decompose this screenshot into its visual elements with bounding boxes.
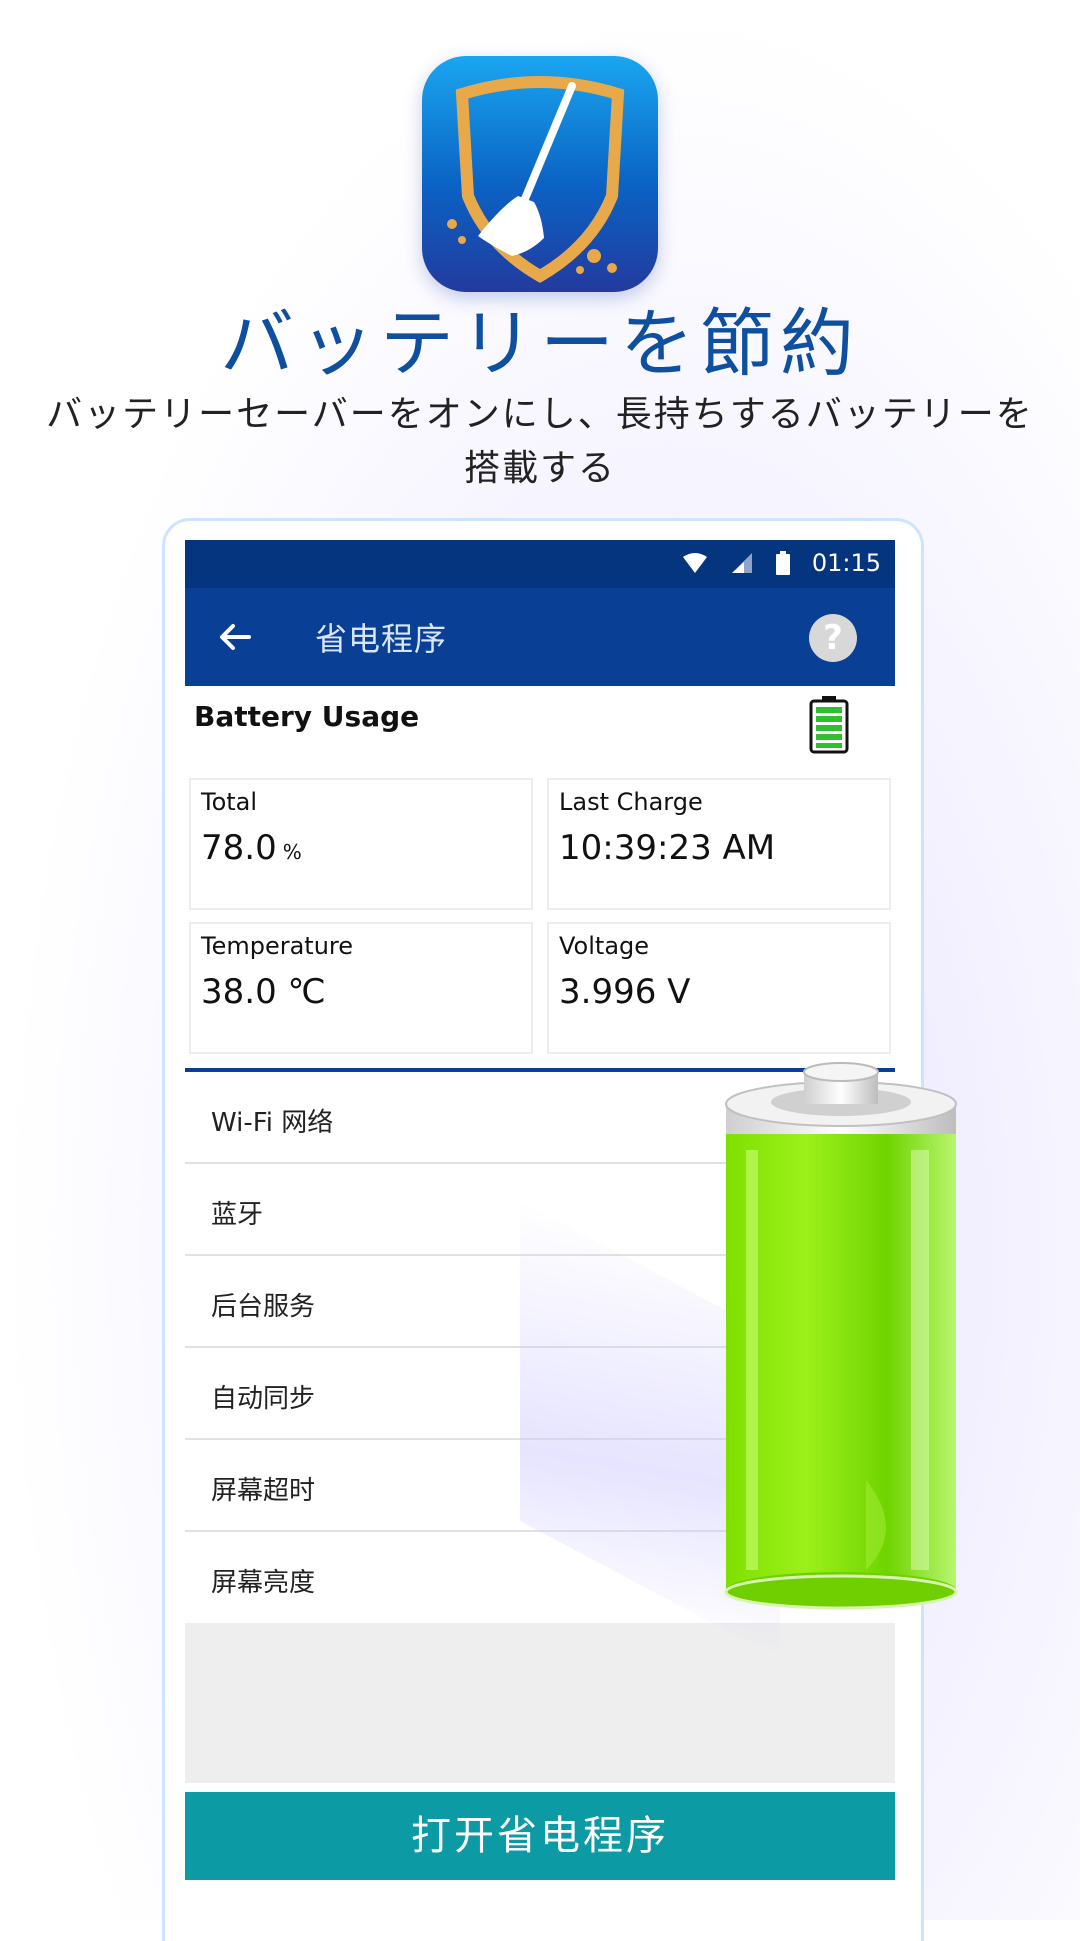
open-power-saver-button[interactable]: 打开省电程序 <box>185 1792 895 1880</box>
signal-icon <box>731 553 752 573</box>
promo-subtitle: バッテリーセーバーをオンにし、長持ちするバッテリーを搭載する <box>46 394 1034 489</box>
list-item-label: Wi-Fi 网络 <box>211 1108 334 1138</box>
battery-cylinder-illustration <box>724 1062 958 1610</box>
help-icon[interactable]: ? <box>809 614 857 662</box>
promo-headline: バッテリーを節約 <box>220 301 860 387</box>
empty-area <box>185 1623 895 1783</box>
stat-card-total: Total 78.0% <box>189 778 533 910</box>
card-label: Total <box>201 788 258 816</box>
card-label: Temperature <box>201 932 354 960</box>
app-toolbar: 省电程序 ? <box>185 588 895 686</box>
card-unit: % <box>282 840 302 864</box>
app-icon <box>422 56 658 292</box>
toolbar-title: 省电程序 <box>315 620 448 658</box>
status-time: 01:15 <box>811 549 881 577</box>
list-item-label: 蓝牙 <box>211 1200 264 1230</box>
list-item-label: 自动同步 <box>211 1384 316 1414</box>
stat-card-temperature: Temperature 38.0 ℃ <box>189 922 533 1054</box>
back-arrow-icon[interactable] <box>215 617 255 657</box>
battery-level-icon <box>809 696 849 754</box>
card-label: Voltage <box>559 932 650 960</box>
status-bar: 01:15 <box>185 540 895 588</box>
card-label: Last Charge <box>559 788 703 816</box>
stat-card-voltage: Voltage 3.996 V <box>547 922 891 1054</box>
card-value: 78.0% <box>201 828 302 868</box>
battery-usage-title: Battery Usage <box>194 700 420 733</box>
stat-card-last-charge: Last Charge 10:39:23 AM <box>547 778 891 910</box>
card-value: 10:39:23 AM <box>559 828 776 868</box>
list-item-label: 后台服务 <box>211 1292 316 1322</box>
battery-status-icon <box>775 551 790 575</box>
card-value: 3.996 V <box>559 972 691 1012</box>
shield-broom-app-icon <box>447 76 625 283</box>
list-item-label: 屏幕亮度 <box>211 1568 316 1598</box>
list-item-label: 屏幕超时 <box>211 1476 316 1506</box>
card-value: 38.0 ℃ <box>201 972 326 1012</box>
wifi-icon <box>682 553 707 573</box>
